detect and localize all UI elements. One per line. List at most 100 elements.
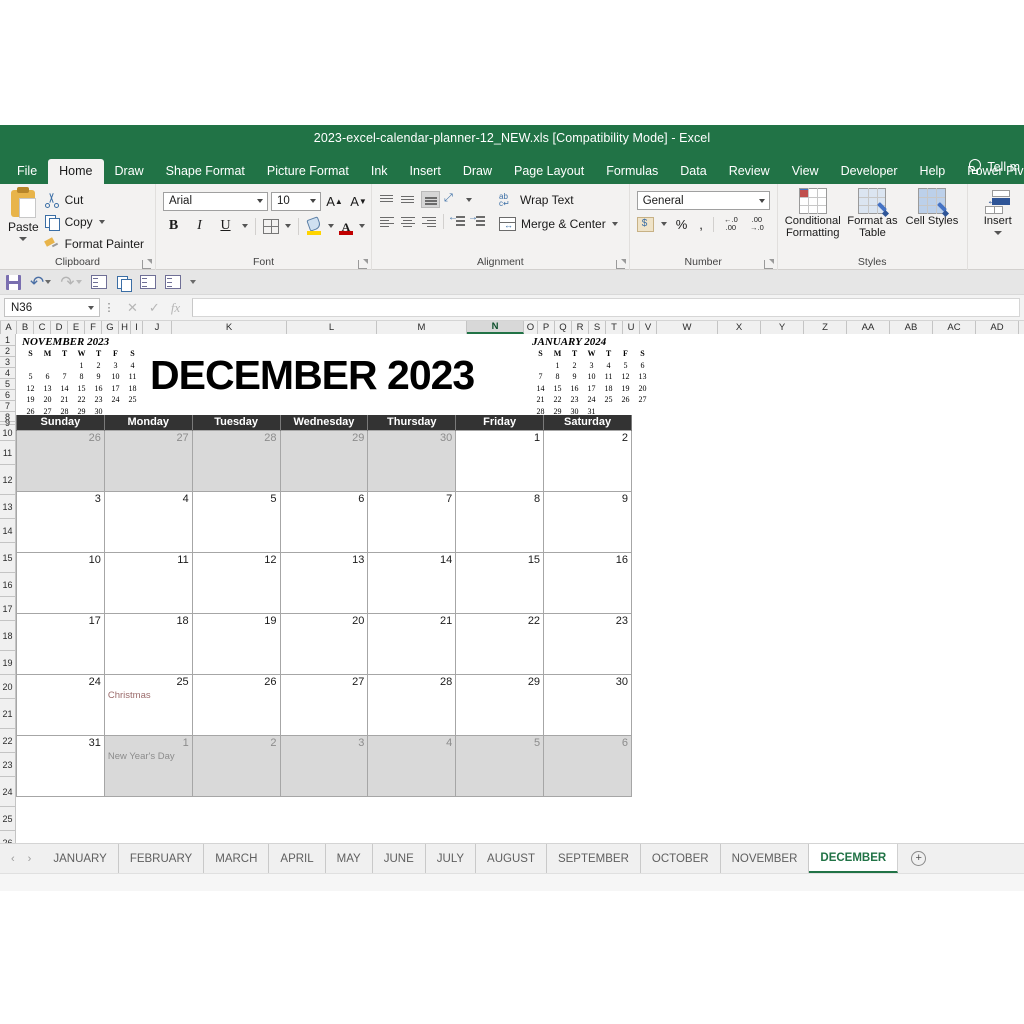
spelling-icon[interactable]	[139, 275, 156, 289]
calendar-day-cell[interactable]: 1 New Year's Day	[103, 734, 193, 797]
calendar-day-cell[interactable]: 12	[191, 551, 281, 614]
sheet-tab-march[interactable]: MARCH	[204, 844, 270, 873]
row-header-7[interactable]: 7	[0, 401, 16, 412]
calendar-day-cell[interactable]: 26	[191, 673, 281, 736]
column-header-Q[interactable]: Q	[555, 321, 572, 334]
calendar-day-cell[interactable]: 26	[16, 429, 105, 492]
row-header-5[interactable]: 5	[0, 379, 16, 390]
paste-button[interactable]: Paste	[7, 187, 40, 241]
column-header-V[interactable]: V	[640, 321, 657, 334]
sheet-tab-december[interactable]: DECEMBER	[809, 844, 899, 873]
row-header-16[interactable]: 16	[0, 573, 16, 597]
undo-button[interactable]: ↶	[30, 274, 52, 291]
column-header-K[interactable]: K	[172, 321, 287, 334]
row-header-3[interactable]: 3	[0, 357, 16, 368]
chevron-down-icon[interactable]	[328, 224, 334, 228]
calendar-day-cell[interactable]: 4	[103, 490, 193, 553]
calendar-day-cell[interactable]: 27	[279, 673, 369, 736]
ribbon-tab-formulas[interactable]: Formulas	[595, 159, 669, 185]
column-header-AC[interactable]: AC	[933, 321, 976, 334]
calendar-day-cell[interactable]: 5	[455, 734, 545, 797]
row-header-15[interactable]: 15	[0, 543, 16, 573]
conditional-formatting-button[interactable]: Conditional Formatting	[785, 188, 841, 239]
italic-button[interactable]: I	[189, 216, 210, 236]
row-header-1[interactable]: 1	[0, 334, 16, 346]
wrap-text-button[interactable]: ab c↵ Wrap Text	[495, 191, 622, 209]
insert-cells-button[interactable]: ← Insert	[975, 190, 1021, 235]
ribbon-tab-help[interactable]: Help	[909, 159, 957, 185]
calendar-day-cell[interactable]: 4	[367, 734, 457, 797]
ribbon-tab-page-layout[interactable]: Page Layout	[503, 159, 595, 185]
font-size-input[interactable]: 10	[271, 191, 321, 211]
column-header-Y[interactable]: Y	[761, 321, 804, 334]
row-header-18[interactable]: 18	[0, 621, 16, 651]
calendar-day-cell[interactable]: 17	[16, 612, 105, 675]
select-all-corner[interactable]	[0, 321, 1, 334]
align-center-icon[interactable]	[400, 215, 417, 229]
calendar-day-cell[interactable]: 2	[543, 429, 632, 492]
ribbon-tab-review[interactable]: Review	[718, 159, 781, 185]
insert-function-icon[interactable]: fx	[171, 300, 180, 316]
sheet-nav-arrows[interactable]: ‹ ›	[0, 844, 42, 873]
percent-style-button[interactable]: %	[673, 217, 691, 232]
calendar-day-cell[interactable]: 8	[455, 490, 545, 553]
row-header-24[interactable]: 24	[0, 777, 16, 807]
customize-qat-icon[interactable]	[189, 280, 196, 284]
row-header-4[interactable]: 4	[0, 368, 16, 379]
ribbon-tab-draw[interactable]: Draw	[452, 159, 503, 185]
sheet-tab-july[interactable]: JULY	[426, 844, 477, 873]
increase-font-size-button[interactable]: A ▲	[324, 191, 345, 211]
calendar-day-cell[interactable]: 30	[367, 429, 457, 492]
calendar-day-cell[interactable]: 3	[279, 734, 369, 797]
form-icon[interactable]	[90, 275, 107, 289]
column-header-P[interactable]: P	[538, 321, 555, 334]
copy-button[interactable]: Copy	[40, 212, 148, 232]
row-header-25[interactable]: 25	[0, 807, 16, 831]
calendar-day-cell[interactable]: 28	[191, 429, 281, 492]
calendar-day-cell[interactable]: 29	[279, 429, 369, 492]
alignment-dialog-launcher[interactable]	[615, 259, 626, 269]
sheet-tab-august[interactable]: AUGUST	[476, 844, 547, 873]
column-header-O[interactable]: O	[524, 321, 538, 334]
calendar-day-cell[interactable]: 29	[455, 673, 545, 736]
align-middle-icon[interactable]	[400, 193, 417, 207]
sheet-tab-november[interactable]: NOVEMBER	[721, 844, 810, 873]
calendar-day-cell[interactable]: 20	[279, 612, 369, 675]
ribbon-tab-insert[interactable]: Insert	[399, 159, 452, 185]
chevron-down-icon[interactable]	[660, 222, 667, 226]
copy-quick-icon[interactable]	[116, 275, 132, 292]
sheet-tab-may[interactable]: MAY	[326, 844, 373, 873]
row-header-6[interactable]: 6	[0, 390, 16, 401]
ribbon-tab-draw[interactable]: Draw	[104, 159, 155, 185]
column-header-I[interactable]: I	[131, 321, 143, 334]
ribbon-tab-home[interactable]: Home	[48, 158, 104, 184]
row-header-10[interactable]: 10	[0, 425, 16, 441]
column-header-G[interactable]: G	[102, 321, 119, 334]
clipboard-dialog-launcher[interactable]	[142, 259, 152, 269]
font-color-icon[interactable]: A	[339, 218, 353, 235]
column-header-U[interactable]: U	[623, 321, 640, 334]
calendar-day-cell[interactable]: 13	[279, 551, 369, 614]
chevron-down-icon[interactable]	[611, 222, 618, 226]
insert-sheet-icon[interactable]	[164, 275, 181, 289]
chevron-down-icon[interactable]	[242, 224, 248, 228]
decrease-indent-icon[interactable]	[448, 212, 465, 228]
column-header-C[interactable]: C	[34, 321, 51, 334]
underline-button[interactable]: U	[215, 216, 236, 236]
sheet-tab-september[interactable]: SEPTEMBER	[547, 844, 641, 873]
calendar-day-cell[interactable]: 15	[455, 551, 545, 614]
increase-indent-icon[interactable]	[468, 212, 485, 228]
save-icon[interactable]	[6, 274, 21, 290]
sheet-tab-october[interactable]: OCTOBER	[641, 844, 721, 873]
calendar-day-cell[interactable]: 19	[191, 612, 281, 675]
next-sheet-icon[interactable]: ›	[28, 853, 32, 865]
column-header-E[interactable]: E	[68, 321, 85, 334]
column-header-T[interactable]: T	[606, 321, 623, 334]
add-sheet-button[interactable]: +	[898, 844, 939, 873]
row-header-19[interactable]: 19	[0, 651, 16, 675]
calendar-day-cell[interactable]: 16	[543, 551, 632, 614]
sheet-tab-february[interactable]: FEBRUARY	[119, 844, 205, 873]
chevron-down-icon[interactable]	[285, 224, 291, 228]
chevron-down-icon[interactable]	[466, 197, 472, 202]
orientation-icon[interactable]: ⤢	[444, 192, 461, 207]
